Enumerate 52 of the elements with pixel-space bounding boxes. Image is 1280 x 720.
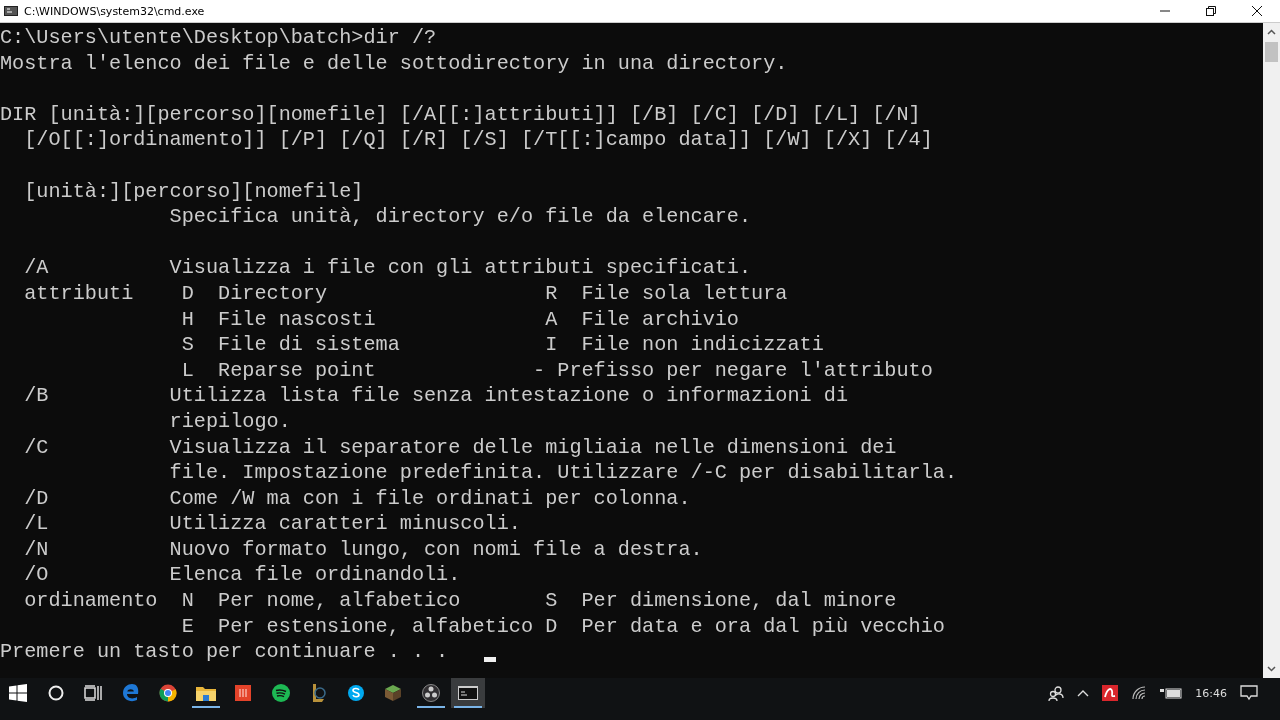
console-line: riepilogo. (168, 408, 291, 435)
chevron-up-icon[interactable] (1077, 689, 1090, 697)
console-line: /D Come /W ma con i file ordinati per colonna. (23, 485, 691, 512)
browser-icon (159, 684, 177, 702)
record-app-icon (421, 684, 440, 702)
restore-icon (1206, 6, 1216, 16)
console-line: /L Utilizza caratteri minuscoli. (23, 511, 521, 537)
console-line: E Per estensione, alfabetico D Per data e ora dal più vecchio (180, 613, 945, 640)
terminal-icon (458, 686, 478, 700)
scrollbar[interactable] (1263, 23, 1280, 678)
clock[interactable]: 16:46 (1195, 686, 1227, 700)
console-line: /A Visualizza i file con gli attributi specificati. (23, 255, 752, 281)
console-line: Mostra l'elenco dei file e delle sottodirectory in una directory. (0, 50, 788, 77)
console-line: /C Visualizza il separatore delle migliaia nelle dimensioni dei (23, 434, 897, 461)
chat-app-icon (346, 684, 365, 702)
window-title: C:\WINDOWS\system32\cmd.exe (24, 4, 205, 18)
console-line: Specifica unità, directory e/o file da elencare. (168, 204, 752, 230)
music-app-icon (271, 684, 290, 702)
console-line: file. Impostazione predefinita. Utilizzare /-C per disabilitarla. (168, 460, 958, 486)
people-icon[interactable] (1048, 685, 1065, 701)
console-line: [/O[[:]ordinamento]] [/P] [/Q] [/R] [/S] [/T[[:]campo data]] [/W] [/X] [/4] (23, 127, 933, 153)
task-view-icon (84, 685, 102, 701)
console-line: Premere un tasto per continuare . . . (0, 639, 450, 665)
console-line: attributi D Directory R File sola lettura (23, 280, 788, 307)
battery-icon[interactable] (1160, 687, 1183, 699)
scroll-thumb[interactable] (1265, 42, 1278, 62)
circle-icon (47, 685, 64, 701)
scroll-up-icon[interactable] (1267, 29, 1276, 35)
console-line: C:\Users\utente\Desktop\batch>dir /? (0, 25, 437, 51)
console-line: /B Utilizza lista file senza intestazione o informazioni di (23, 383, 848, 409)
console-line: [unità:][percorso][nomefile] (23, 178, 364, 205)
console-line: H File nascosti A File archivio (180, 306, 739, 333)
game-icon (310, 683, 326, 703)
terminal-icon (4, 6, 18, 16)
console-line: S File di sistema I File non indicizzati (180, 332, 824, 358)
folder-icon (195, 685, 216, 701)
antivirus-icon[interactable] (1102, 685, 1119, 701)
text-cursor (484, 656, 497, 662)
console-line: L Reparse point - Prefisso per negare l'attributo (180, 357, 933, 384)
wifi-icon[interactable] (1131, 686, 1148, 700)
console-line: ordinamento N Per nome, alfabetico S Per dimensione, dal minore (23, 588, 897, 614)
windows-icon (9, 684, 27, 702)
scroll-down-icon[interactable] (1267, 666, 1276, 672)
notification-icon[interactable] (1240, 685, 1258, 701)
taskbar-button[interactable] (451, 678, 485, 708)
console-line: /O Elenca file ordinandoli. (23, 562, 461, 589)
console-line: DIR [unità:][percorso][nomefile] [/A[[:]attributi]] [/B] [/C] [/D] [/L] [/N] (0, 101, 921, 128)
close-icon (1252, 6, 1262, 16)
browser-icon (121, 684, 140, 702)
console-line: /N Nuovo formato lungo, con nomi file a destra. (23, 536, 703, 563)
app-icon (235, 685, 251, 701)
cube-icon (384, 684, 402, 702)
